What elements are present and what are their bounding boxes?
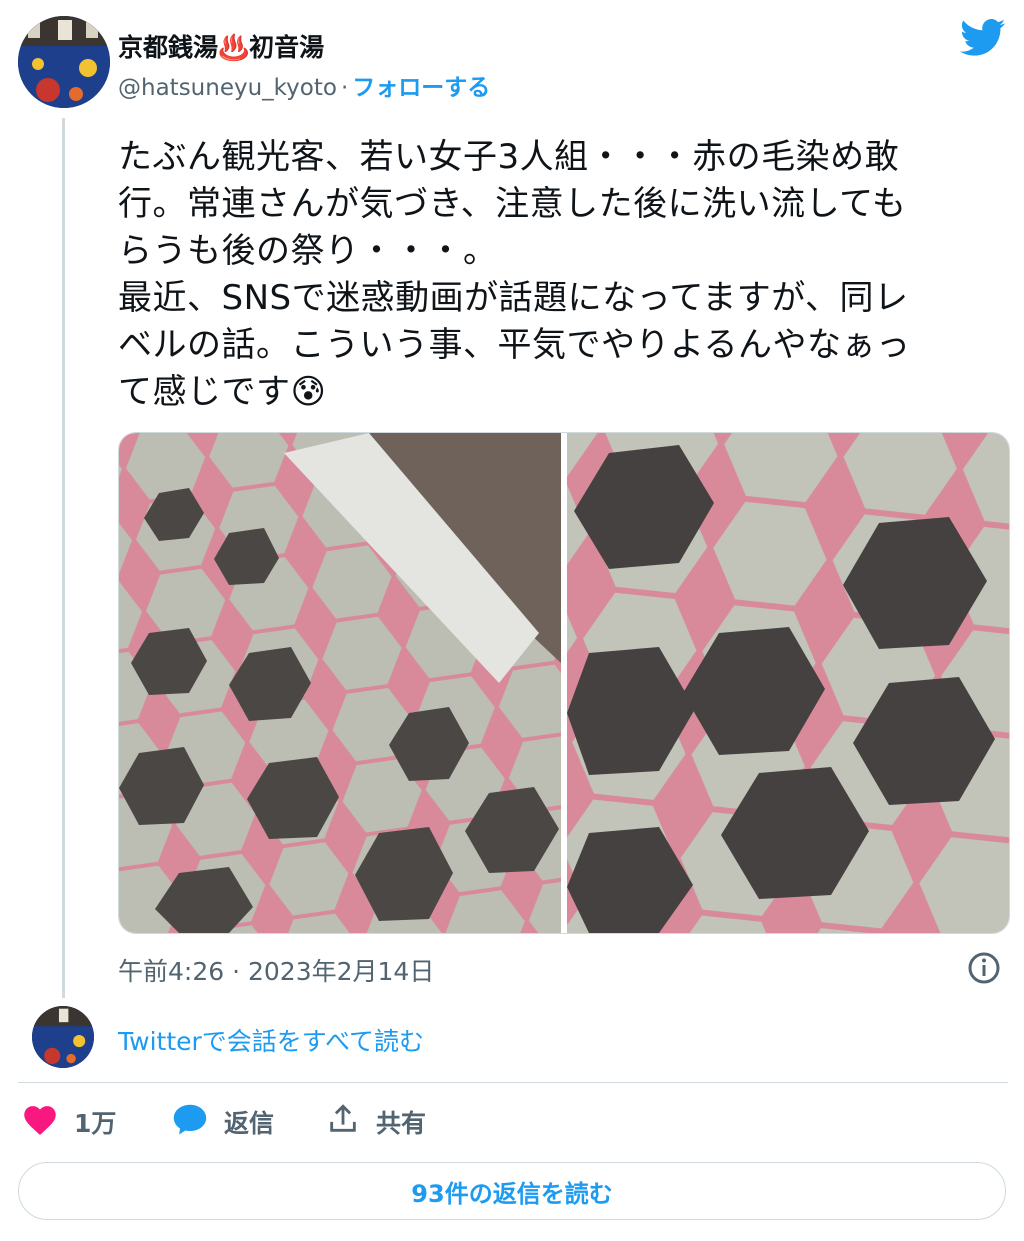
divider [18,1082,1008,1083]
share-button[interactable]: 共有 [326,1100,426,1144]
tweet-timestamp[interactable]: 午前4:26 · 2023年2月14日 [118,952,434,988]
tile-floor-photo-2 [567,433,1009,933]
tweet-text: たぶん観光客、若い女子3人組・・・赤の毛染め敢 行。常連さんが気づき、注意した後… [118,137,911,412]
tweet-media[interactable] [118,432,1010,934]
like-button[interactable]: 1万 [22,1100,116,1144]
author-avatar[interactable] [18,16,110,108]
read-conversation-link[interactable]: Twitterで会話をすべて読む [118,1022,424,1058]
reply-button[interactable]: 返信 [172,1100,274,1144]
tile-floor-photo-1 [119,433,561,933]
share-icon [326,1102,360,1142]
author-display-name[interactable]: 京都銭湯♨️初音湯 [118,28,324,64]
conversation-avatar[interactable] [32,1006,94,1068]
info-icon[interactable] [966,950,1002,990]
handle-separator: · [340,75,349,101]
author-handle-row: @hatsuneyu_kyoto · フォローする [118,68,490,102]
author-handle[interactable]: @hatsuneyu_kyoto [118,75,337,101]
read-replies-button[interactable]: 93件の返信を読む [18,1162,1006,1220]
thread-line [62,118,65,998]
reply-bubble-icon [172,1102,208,1142]
heart-icon [22,1102,58,1142]
twitter-bird-icon[interactable] [960,18,1006,62]
like-count: 1万 [74,1109,117,1138]
reply-label: 返信 [224,1109,275,1138]
follow-button[interactable]: フォローする [352,75,490,101]
share-label: 共有 [376,1109,427,1138]
